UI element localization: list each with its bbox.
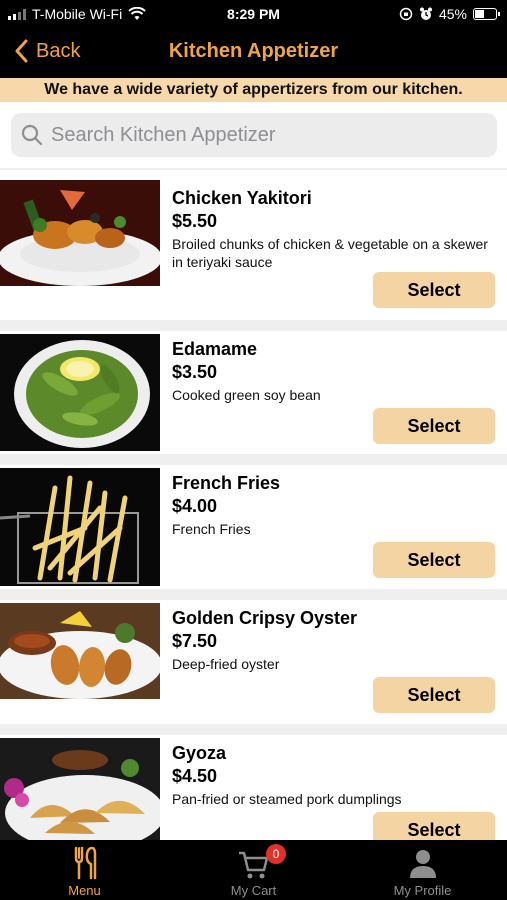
- item-info: Chicken Yakitori $5.50 Broiled chunks of…: [172, 188, 497, 271]
- chicken-yakitori-image: [0, 180, 160, 286]
- gyoza-image: [0, 738, 160, 840]
- item-price: $4.00: [172, 496, 218, 516]
- tab-menu[interactable]: Menu: [0, 840, 169, 900]
- item-info: Edamame $3.50 Cooked green soy bean: [172, 339, 497, 404]
- item-price: $7.50: [172, 631, 218, 651]
- item-description: French Fries: [172, 521, 251, 537]
- item-info: Gyoza $4.50 Pan-fried or steamed pork du…: [172, 743, 497, 808]
- item-info: French Fries $4.00 French Fries: [172, 473, 497, 538]
- search-bar[interactable]: [11, 113, 497, 157]
- item-name: Edamame: [172, 339, 258, 359]
- edamame-image: [0, 334, 160, 451]
- item-name: French Fries: [172, 473, 281, 493]
- menu-list[interactable]: Chicken Yakitori $5.50 Broiled chunks of…: [0, 168, 507, 840]
- item-info: Golden Cripsy Oyster $7.50 Deep-fried oy…: [172, 608, 497, 673]
- info-banner: We have a wide variety of appertizers fr…: [0, 78, 507, 102]
- search-input[interactable]: [51, 123, 471, 147]
- orientation-lock-icon: [399, 7, 413, 21]
- item-price: $4.50: [172, 766, 218, 786]
- battery-percent: 45%: [438, 6, 467, 22]
- tab-profile-label: My Profile: [393, 883, 452, 898]
- search-icon: [21, 124, 43, 146]
- menu-item: Gyoza $4.50 Pan-fried or steamed pork du…: [0, 735, 507, 840]
- menu-item: French Fries $4.00 French Fries Select: [0, 465, 507, 589]
- item-name: Gyoza: [172, 743, 227, 763]
- back-label: Back: [36, 39, 81, 62]
- chevron-left-icon: [15, 39, 28, 63]
- item-description: Broiled chunks of chicken & vegetable on…: [172, 236, 488, 270]
- select-button[interactable]: Select: [373, 812, 495, 840]
- cart-count-badge: 0: [266, 844, 286, 864]
- item-description: Cooked green soy bean: [172, 387, 321, 403]
- tab-cart-label: My Cart: [230, 883, 277, 898]
- navigation-bar: Back Kitchen Appetizer: [0, 30, 507, 78]
- select-button[interactable]: Select: [373, 272, 495, 308]
- back-button[interactable]: Back: [14, 39, 80, 63]
- alarm-icon: [419, 7, 432, 20]
- battery-icon: [473, 8, 500, 20]
- item-description: Deep-fried oyster: [172, 656, 280, 672]
- select-button[interactable]: Select: [373, 542, 495, 578]
- search-container: [0, 102, 507, 168]
- item-description: Pan-fried or steamed pork dumplings: [172, 791, 402, 807]
- user-icon: [409, 850, 436, 878]
- french-fries-image: [0, 468, 160, 586]
- tab-profile[interactable]: My Profile: [338, 840, 507, 900]
- item-price: $3.50: [172, 362, 218, 382]
- menu-item: Chicken Yakitori $5.50 Broiled chunks of…: [0, 170, 507, 320]
- select-button[interactable]: Select: [373, 408, 495, 444]
- select-button[interactable]: Select: [373, 677, 495, 713]
- item-price: $5.50: [172, 211, 218, 231]
- status-right: 45%: [399, 6, 500, 22]
- tab-menu-label: Menu: [68, 883, 101, 898]
- item-name: Golden Cripsy Oyster: [172, 608, 358, 628]
- tab-cart[interactable]: My Cart: [169, 840, 338, 900]
- tab-bar: Menu My Cart My Profile 0: [0, 840, 507, 900]
- item-name: Chicken Yakitori: [172, 188, 312, 208]
- fork-knife-icon: [74, 846, 96, 880]
- status-bar: T-Mobile Wi-Fi 8:29 PM 45%: [0, 0, 507, 30]
- golden-crispy-oyster-image: [0, 603, 160, 699]
- menu-item: Edamame $3.50 Cooked green soy bean Sele…: [0, 331, 507, 454]
- menu-item: Golden Cripsy Oyster $7.50 Deep-fried oy…: [0, 600, 507, 724]
